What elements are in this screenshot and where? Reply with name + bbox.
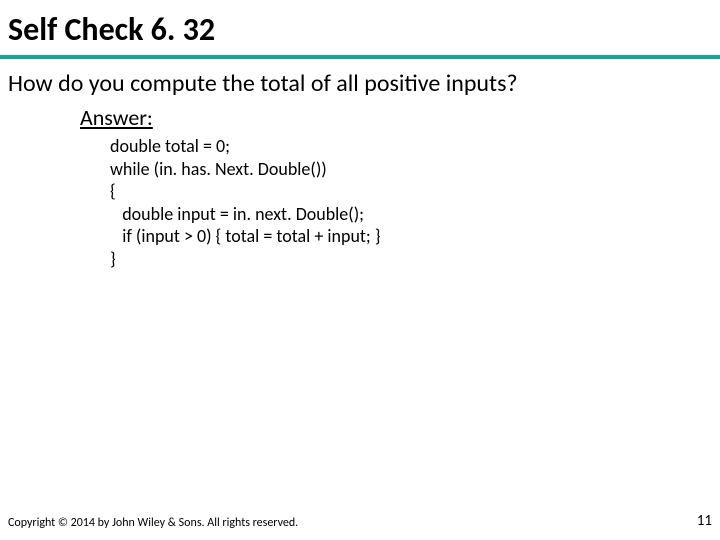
code-block: double total = 0; while (in. has. Next. …	[0, 135, 720, 270]
footer: Copyright © 2014 by John Wiley & Sons. A…	[8, 512, 712, 530]
page-number: 11	[697, 512, 712, 530]
title-rule	[0, 55, 720, 59]
answer-label: Answer:	[0, 104, 720, 135]
slide: Self Check 6. 32 How do you compute the …	[0, 0, 720, 540]
question-text: How do you compute the total of all posi…	[0, 67, 720, 104]
copyright-text: Copyright © 2014 by John Wiley & Sons. A…	[8, 516, 298, 530]
slide-title: Self Check 6. 32	[0, 0, 720, 55]
